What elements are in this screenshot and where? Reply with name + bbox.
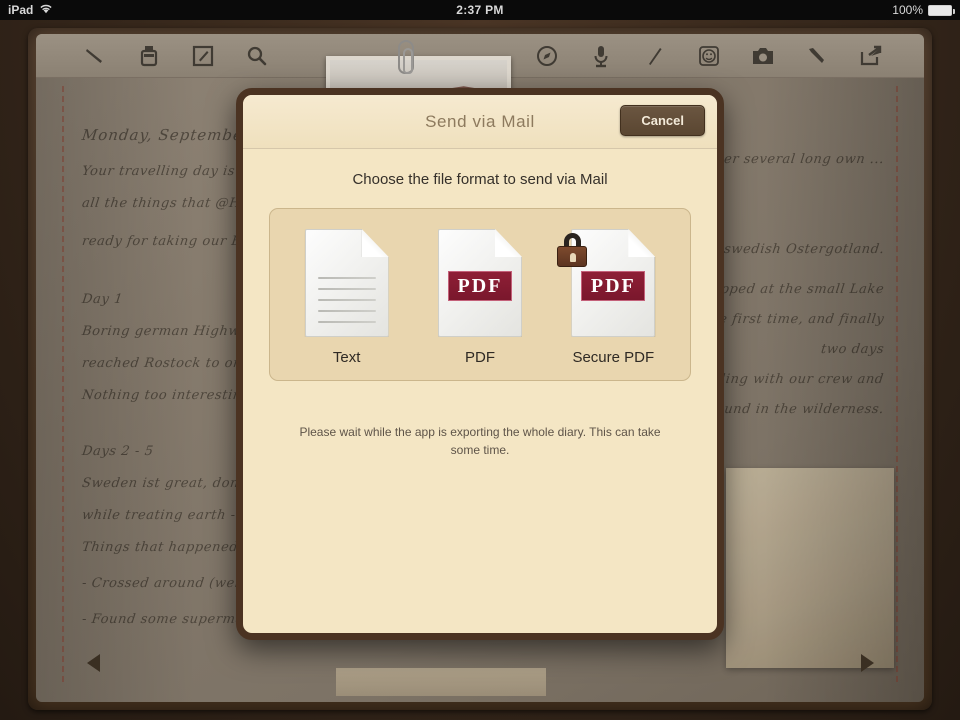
pdf-badge: PDF	[581, 271, 646, 301]
text-document-icon	[304, 229, 389, 337]
status-bar: iPad 2:37 PM 100%	[0, 0, 960, 20]
format-option-secure-pdf[interactable]: PDF Secure PDF	[554, 229, 672, 366]
file-format-panel: Text PDF PDF PDF Secure PDF	[269, 208, 691, 381]
cancel-button[interactable]: Cancel	[620, 105, 705, 136]
pdf-document-icon: PDF	[437, 229, 522, 337]
send-via-mail-dialog: Send via Mail Cancel Choose the file for…	[236, 88, 724, 640]
dialog-prompt: Choose the file format to send via Mail	[352, 171, 608, 188]
format-label: Secure PDF	[572, 349, 655, 366]
secure-pdf-document-icon: PDF	[557, 229, 656, 337]
export-wait-message: Please wait while the app is exporting t…	[299, 425, 661, 457]
ipad-screen: iPad 2:37 PM 100% Monday, September 20, …	[0, 0, 960, 720]
format-label: PDF	[464, 349, 495, 366]
format-option-text[interactable]: Text	[288, 229, 406, 366]
dialog-header: Send via Mail Cancel	[243, 95, 717, 149]
format-option-pdf[interactable]: PDF PDF	[421, 229, 539, 366]
format-label: Text	[332, 349, 361, 366]
status-bar-right: 100%	[892, 3, 955, 17]
modal-overlay: Send via Mail Cancel Choose the file for…	[0, 0, 960, 720]
page-fold-icon	[361, 229, 389, 257]
dialog-body: Choose the file format to send via Mail …	[243, 149, 717, 633]
battery-icon	[928, 4, 955, 16]
pdf-badge: PDF	[447, 271, 512, 301]
dialog-title: Send via Mail	[425, 111, 535, 131]
page-fold-icon	[494, 229, 522, 257]
text-lines	[317, 277, 376, 332]
padlock-icon	[557, 233, 588, 267]
clock: 2:37 PM	[456, 3, 504, 17]
battery-percent-label: 100%	[892, 3, 923, 17]
page-fold-icon	[628, 229, 656, 257]
